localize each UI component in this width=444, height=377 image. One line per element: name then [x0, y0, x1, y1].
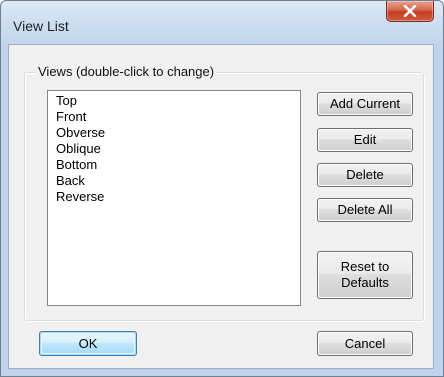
window-title: View List [13, 18, 69, 34]
reset-to-defaults-button[interactable]: Reset to Defaults [317, 251, 413, 299]
reset-label-line1: Reset to [340, 259, 390, 274]
cancel-label: Cancel [344, 336, 386, 351]
delete-all-label: Delete All [337, 202, 393, 217]
title-bar[interactable]: View List [1, 1, 443, 45]
views-group-label: Views (double-click to change) [36, 64, 217, 80]
list-item[interactable]: Oblique [56, 141, 300, 157]
reset-label-line2: Defaults [341, 275, 389, 290]
edit-button[interactable]: Edit [317, 128, 413, 152]
ok-button[interactable]: OK [39, 331, 137, 356]
list-item[interactable]: Obverse [56, 125, 300, 141]
list-item[interactable]: Reverse [56, 189, 300, 205]
add-current-button[interactable]: Add Current [317, 92, 413, 116]
list-item[interactable]: Front [56, 109, 300, 125]
delete-button[interactable]: Delete [317, 163, 413, 187]
close-icon [403, 5, 417, 17]
list-item[interactable]: Back [56, 173, 300, 189]
views-listbox[interactable]: Top Front Obverse Oblique Bottom Back Re… [47, 90, 301, 306]
edit-label: Edit [353, 132, 377, 147]
add-current-label: Add Current [329, 96, 401, 111]
list-item[interactable]: Bottom [56, 157, 300, 173]
list-item[interactable]: Top [56, 93, 300, 109]
cancel-button[interactable]: Cancel [317, 331, 413, 356]
delete-all-button[interactable]: Delete All [317, 198, 413, 222]
delete-label: Delete [346, 167, 384, 182]
ok-label: OK [78, 336, 98, 351]
close-button[interactable] [386, 1, 434, 22]
